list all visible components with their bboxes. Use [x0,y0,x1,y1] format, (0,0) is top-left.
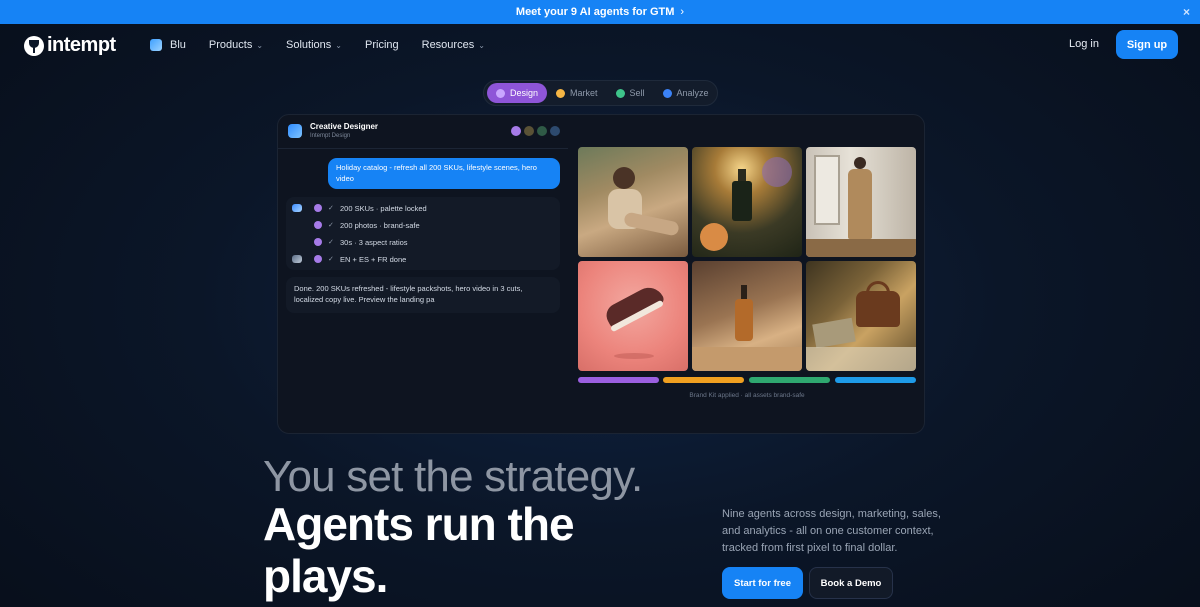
signup-button[interactable]: Sign up [1116,30,1178,59]
headline-bold: Agents run the plays. [263,498,703,602]
logo[interactable]: intempt [24,34,116,57]
perfume-bottle-in-flowers-image[interactable] [692,147,802,257]
tab-market[interactable]: Market [547,83,607,103]
nav-links: Blu Products ⌄ Solutions ⌄ Pricing Resou… [150,24,508,66]
task-label: EN + ES + FR done [340,254,407,264]
agent-icon [292,204,302,212]
chat-header: Creative Designer Intempt Design [288,122,378,139]
check-icon: ✓ [328,222,334,229]
tab-design[interactable]: Design [487,83,548,103]
design-agent-icon [314,221,322,229]
announcement-banner[interactable]: Meet your 9 AI agents for GTM › × [0,0,1200,24]
woman-on-terrace-image[interactable] [578,147,688,257]
chat-panel: Creative Designer Intempt Design Holiday… [278,115,568,433]
sell-icon [615,88,625,98]
close-icon[interactable]: × [1183,5,1190,19]
tab-label: Design [510,88,539,98]
chat-divider [278,148,568,149]
start-for-free-button[interactable]: Start for free [722,567,803,599]
task-list: ✓ 200 SKUs · palette locked ✓ 200 photos… [286,197,560,270]
hero-description: Nine agents across design, marketing, sa… [722,508,941,554]
nav-item-pricing[interactable]: Pricing [365,39,399,51]
chevron-down-icon: ⌄ [335,40,342,50]
user-message: Holiday catalog - refresh all 200 SKUs, … [328,158,560,189]
sneaker-on-pink-image[interactable] [578,261,688,371]
tab-analyze[interactable]: Analyze [654,83,718,103]
design-agent-icon [314,204,322,212]
brand-color-bar [578,377,659,383]
task-item: ✓ EN + ES + FR done [286,252,560,266]
agent-avatar-icon [288,123,302,138]
task-item: ✓ 30s · 3 aspect ratios [286,235,560,249]
nav-item-products[interactable]: Products ⌄ [209,39,263,51]
agent-status-dots [508,126,560,136]
nav-item-label: Products [208,39,253,51]
design-agent-icon [314,255,322,263]
design-icon [496,88,505,98]
headline-bold-line: Agents run the [263,498,575,550]
task-label: 200 SKUs · palette locked [340,203,427,213]
design-agent-icon [314,238,322,246]
task-label: 30s · 3 aspect ratios [340,237,408,247]
status-dot-icon [511,126,521,136]
check-icon: ✓ [328,239,334,246]
analyze-icon [662,88,672,98]
nav-item-solutions[interactable]: Solutions ⌄ [286,39,342,51]
headline-light: You set the strategy. [263,452,643,501]
check-icon: ✓ [328,205,334,212]
top-navigation: intempt Blu Products ⌄ Solutions ⌄ Prici… [0,24,1200,66]
nav-item-label: Resources [421,39,475,51]
agent-icon [292,255,302,263]
tab-label: Sell [629,88,645,98]
chevron-down-icon: ⌄ [478,40,485,50]
status-dot-icon [524,126,534,136]
tab-label: Market [570,88,598,98]
market-icon [556,88,566,98]
task-item: ✓ 200 photos · brand-safe [286,218,560,232]
leather-bag-still-life-image[interactable] [806,261,916,371]
nav-item-resources[interactable]: Resources ⌄ [422,39,485,51]
banner-text[interactable]: Meet your 9 AI agents for GTM [516,6,675,18]
brand-color-bar [835,377,916,383]
status-dot-icon [537,126,547,136]
serum-bottle-image[interactable] [692,261,802,371]
logo-mark-icon [24,35,44,56]
chevron-down-icon: ⌄ [256,40,264,50]
task-item: ✓ 200 SKUs · palette locked [286,201,560,215]
woman-in-trench-coat-image[interactable] [806,147,916,257]
status-dot-icon [550,126,560,136]
nav-item-label: Solutions [286,39,332,51]
blu-icon [150,39,162,51]
tab-label: Analyze [676,88,709,98]
chat-title: Creative Designer [310,122,379,131]
book-demo-button[interactable]: Book a Demo [809,567,893,599]
nav-item-label: Blu [170,39,186,51]
agent-category-tabs: Design Market Sell Analyze [483,80,718,106]
demo-card: Creative Designer Intempt Design Holiday… [277,114,925,434]
tab-sell[interactable]: Sell [607,83,654,103]
chat-subtitle: Intempt Design [310,133,351,139]
agent-reply: Done. 200 SKUs refreshed - lifestyle pac… [286,277,560,313]
brand-color-bar [749,377,830,383]
check-icon: ✓ [328,256,334,263]
logo-text: intempt [47,34,116,56]
arrow-right-icon: › [680,6,685,18]
nav-item-blu[interactable]: Blu [150,39,186,51]
gallery-caption: Brand Kit applied · all assets brand-saf… [689,392,805,399]
headline-bold-line: plays. [263,550,388,602]
login-link[interactable]: Log in [1069,38,1099,50]
nav-item-label: Pricing [365,39,399,51]
brand-color-bar [663,377,744,383]
task-label: 200 photos · brand-safe [340,220,420,230]
